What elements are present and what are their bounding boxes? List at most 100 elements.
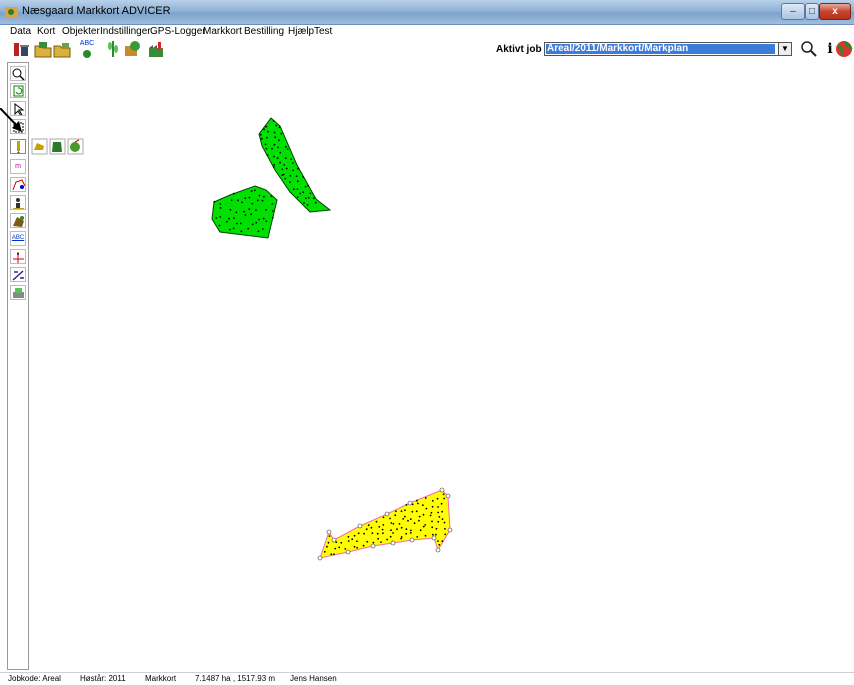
maximize-button[interactable]: □ [805,3,819,20]
sample-point [330,553,333,556]
menu-kort[interactable]: Kort [37,26,55,37]
vertex-handle[interactable] [384,511,390,517]
label-tool[interactable]: ABC [10,231,26,246]
sample-point [255,209,257,212]
sample-point [431,499,434,502]
vertex-handle[interactable] [447,527,453,533]
sample-point [284,177,287,180]
sample-point [416,499,418,502]
sample-point [296,180,299,183]
sample-point [404,509,406,512]
factory-icon[interactable] [147,40,165,58]
print-icon[interactable] [10,285,26,300]
menu-objekter[interactable]: Objekter [62,26,100,37]
sample-point [296,196,299,198]
field-edit-icon[interactable] [10,213,26,228]
sample-point [243,210,245,213]
menu-data[interactable]: Data [10,26,31,37]
sample-point [437,506,439,508]
sack-icon[interactable] [49,138,66,155]
tractor-icon[interactable] [31,138,48,155]
menu-indstillinger[interactable]: Indstillinger [100,26,151,37]
status-jobkode: Jobkode: Areal [8,674,61,683]
fertilizer-icon[interactable] [123,40,141,58]
refresh-icon[interactable] [10,83,26,98]
minimize-button[interactable]: – [781,3,805,20]
gps-person-icon[interactable] [10,195,26,210]
sample-point [363,532,365,535]
folder-field-icon[interactable] [53,40,71,58]
sample-point [410,529,412,532]
vertex-handle[interactable] [331,537,337,543]
sample-point [333,553,335,556]
search-icon[interactable] [800,40,818,58]
open-folder-icon[interactable] [34,40,52,58]
sample-point [340,541,343,544]
vertex-handle[interactable] [357,523,363,529]
vertex-handle[interactable] [317,555,323,561]
sample-point [271,210,274,212]
status-area: 7.1487 ha , 1517.93 m [195,674,276,683]
vertex-handle[interactable] [439,487,445,493]
split-icon[interactable] [10,249,26,264]
globe-icon[interactable] [835,40,853,58]
vertex-handle[interactable] [390,540,396,546]
sample-point [244,197,247,200]
sample-point [389,535,392,538]
annotation-arrow-icon [0,108,22,132]
sample-point [323,550,326,553]
sample-point [409,518,412,520]
active-job-value: Areal/2011/Markkort/Markplan [546,44,775,54]
sample-point [257,230,260,233]
sample-point [213,200,216,203]
sample-point [314,201,317,204]
map-canvas[interactable] [30,62,854,670]
menu-bestilling[interactable]: Bestilling [244,26,284,37]
vertex-handle[interactable] [326,529,332,535]
vertex-handle[interactable] [445,493,451,499]
planting-icon[interactable] [67,138,84,155]
sample-point [277,146,279,149]
sample-point [279,151,282,154]
left-toolbar: m ABC [7,62,29,670]
vertex-handle[interactable] [345,549,351,555]
status-user: Jens Hansen [290,674,337,683]
sample-point [266,136,268,139]
sample-point [441,510,443,513]
sample-point [281,174,284,176]
sample-point [429,514,432,517]
vertex-handle[interactable] [435,547,441,553]
sample-point [436,497,439,500]
sample-point [236,222,238,225]
sample-point [307,196,310,199]
sample-point [435,533,437,536]
menu-test[interactable]: Test [314,26,332,37]
farm-icon[interactable] [12,40,30,58]
active-job-select[interactable]: Areal/2011/Markkort/Markplan ▼ [544,42,792,56]
sample-point [228,217,230,220]
polygon-icon[interactable] [10,177,26,192]
sample-point [424,534,427,537]
sample-point [390,529,392,532]
sample-point [394,514,397,517]
chevron-down-icon[interactable]: ▼ [778,43,791,55]
sample-point [378,526,381,528]
measure-tool[interactable]: m [10,159,26,174]
zoom-icon[interactable] [10,66,26,81]
sample-point [282,173,285,176]
merge-icon[interactable] [10,267,26,282]
menu-gps-logger[interactable]: GPS-Logger [150,26,206,37]
sample-point [422,513,425,516]
menu-markkort[interactable]: Markkort [203,26,242,37]
app-icon [5,7,18,17]
sample-point [405,532,408,535]
vertex-handle[interactable] [370,543,376,549]
vertex-handle[interactable] [407,500,413,506]
sample-point [219,216,222,218]
vertex-handle[interactable] [409,537,415,543]
close-button[interactable]: x [819,3,851,20]
crop-icon[interactable] [104,40,122,58]
menu-hjaelp[interactable]: Hjælp [288,26,314,37]
marker-tool-icon[interactable] [10,139,26,154]
vertex-handle[interactable] [431,535,437,541]
